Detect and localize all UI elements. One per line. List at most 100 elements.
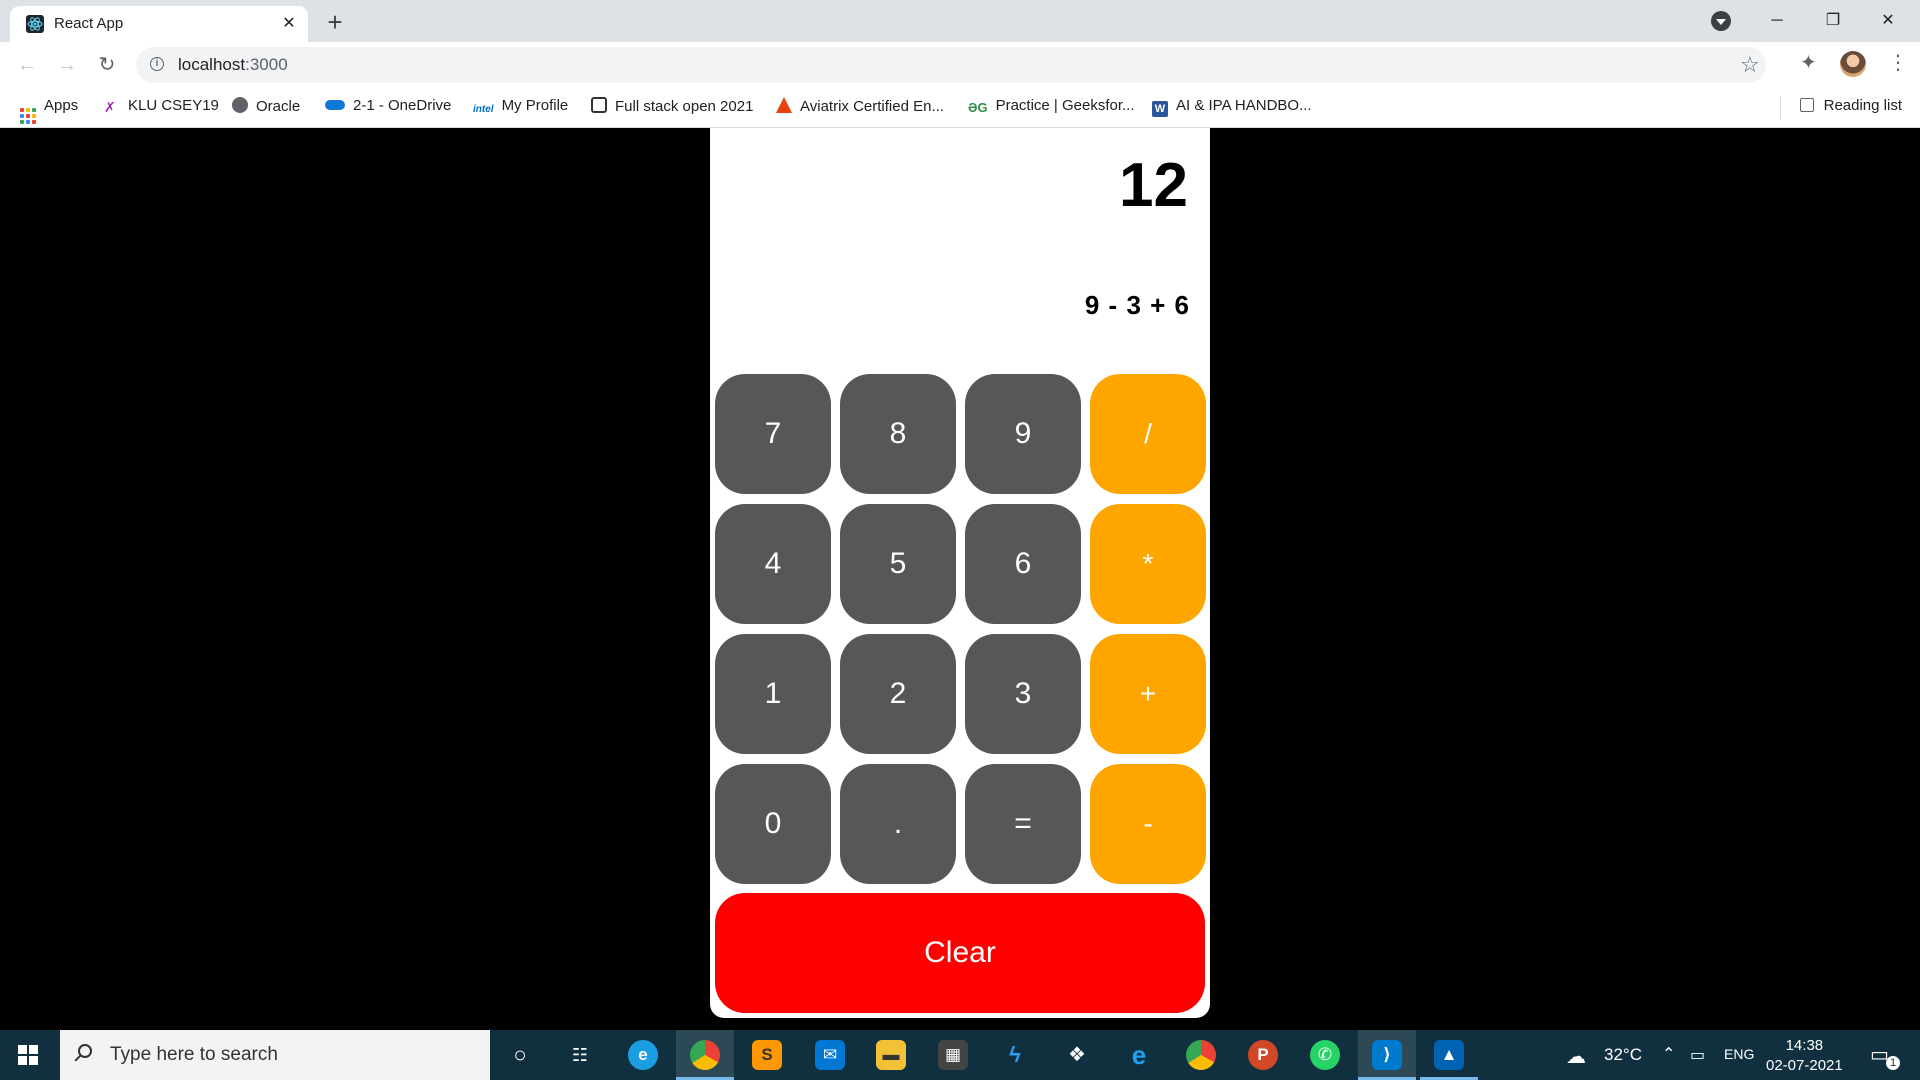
microsoft-store-icon[interactable]: ▦ (938, 1040, 968, 1070)
bookmark-star-icon[interactable]: ☆ (1740, 52, 1760, 78)
internet-explorer-icon[interactable]: e (1124, 1040, 1154, 1070)
search-icon (78, 1044, 92, 1058)
key-3[interactable]: 3 (965, 634, 1081, 754)
visual-studio-installer-icon[interactable]: ϟ (1000, 1040, 1030, 1070)
expression-display: 9 - 3 + 6 (1084, 290, 1190, 320)
whatsapp-icon[interactable]: ✆ (1310, 1040, 1340, 1070)
bookmark-geeksforgeeks[interactable]: ƏG Practice | Geeksfor... (968, 97, 1135, 119)
browser-toolbar: ← → ↻ i localhost:3000 ☆ (0, 42, 1920, 88)
forward-arrow-icon[interactable]: → (52, 50, 82, 80)
key-8[interactable]: 8 (840, 374, 956, 494)
weather-temperature[interactable]: 32°C (1604, 1045, 1642, 1065)
key-plus[interactable]: + (1090, 634, 1206, 754)
photos-icon[interactable]: ▲ (1434, 1040, 1464, 1070)
taskbar-search-box[interactable]: Type here to search (60, 1030, 490, 1080)
sublime-text-icon[interactable]: S (752, 1040, 782, 1070)
bookmark-ai-ipa-handbook[interactable]: W AI & IPA HANDBO... (1152, 97, 1312, 119)
page-viewport: 12 9 - 3 + 6 7 8 9 / 4 5 6 * 1 2 3 + 0 .… (0, 128, 1920, 1030)
key-6[interactable]: 6 (965, 504, 1081, 624)
key-7[interactable]: 7 (715, 374, 831, 494)
bookmark-label: Practice | Geeksfor... (995, 97, 1135, 114)
chrome-icon[interactable] (690, 1040, 720, 1070)
bookmark-apps[interactable]: Apps (20, 97, 78, 124)
bookmark-my-profile[interactable]: intel My Profile (473, 97, 568, 119)
address-bar[interactable]: i localhost:3000 ☆ (136, 47, 1766, 83)
chrome-profile-icon[interactable] (1186, 1040, 1216, 1070)
bookmark-aviatrix[interactable]: Aviatrix Certified En... (776, 97, 944, 119)
vscode-icon[interactable]: ⟩ (1372, 1040, 1402, 1070)
aviatrix-logo-icon (776, 97, 792, 113)
language-indicator[interactable]: ENG (1724, 1046, 1754, 1062)
bookmark-label: 2-1 - OneDrive (353, 97, 452, 114)
bookmark-full-stack-open[interactable]: Full stack open 2021 (591, 97, 753, 119)
tab-title: React App (54, 15, 124, 32)
battery-icon[interactable]: ▭ (1690, 1045, 1705, 1065)
key-multiply[interactable]: * (1090, 504, 1206, 624)
url-port: :3000 (245, 55, 288, 74)
bookmark-oracle[interactable]: Oracle (232, 97, 300, 119)
task-view-icon[interactable]: ☷ (565, 1040, 595, 1070)
bookmark-label: Oracle (256, 98, 301, 115)
powerpoint-icon[interactable]: P (1248, 1040, 1278, 1070)
reload-icon[interactable]: ↻ (92, 50, 122, 80)
windows-taskbar: Type here to search ○ ☷ e S ✉ ▬ ▦ ϟ ❖ e … (0, 1030, 1920, 1080)
extensions-puzzle-icon[interactable]: ✦ (1800, 50, 1817, 75)
globe-icon (232, 97, 248, 113)
key-2[interactable]: 2 (840, 634, 956, 754)
key-4[interactable]: 4 (715, 504, 831, 624)
close-window-button[interactable]: ✕ (1866, 6, 1910, 36)
word-doc-icon: W (1152, 101, 1168, 117)
klu-logo-icon: ✗ (104, 99, 116, 115)
new-tab-button[interactable]: + (322, 9, 348, 36)
edge-icon[interactable]: e (628, 1040, 658, 1070)
gfg-logo-icon: ƏG (968, 100, 988, 115)
key-equals[interactable]: = (965, 764, 1081, 884)
reading-list-label: Reading list (1823, 97, 1902, 114)
mail-icon[interactable]: ✉ (815, 1040, 845, 1070)
intel-logo-icon: intel (473, 104, 494, 115)
key-minus[interactable]: - (1090, 764, 1206, 884)
apps-grid-icon (20, 108, 36, 124)
info-icon[interactable]: i (150, 57, 164, 71)
reading-list-button[interactable]: Reading list (1799, 97, 1902, 114)
url-host: localhost (178, 55, 246, 74)
tray-chevron-up-icon[interactable]: ⌃ (1662, 1044, 1675, 1064)
bookmark-klu-csey19[interactable]: ✗ KLU CSEY19 (104, 97, 219, 119)
minimize-button[interactable]: ─ (1755, 6, 1799, 36)
square-page-icon (591, 97, 607, 113)
key-decimal[interactable]: . (840, 764, 956, 884)
bookmark-label: KLU CSEY19 (128, 97, 219, 114)
weather-cloud-icon[interactable]: ☁ (1566, 1044, 1586, 1069)
kebab-menu-icon[interactable]: ⋮ (1888, 53, 1908, 73)
key-0[interactable]: 0 (715, 764, 831, 884)
calculator: 12 9 - 3 + 6 7 8 9 / 4 5 6 * 1 2 3 + 0 .… (710, 128, 1210, 1018)
search-placeholder: Type here to search (110, 1044, 278, 1065)
onedrive-cloud-icon (325, 100, 345, 110)
tab-react-app[interactable]: React App ✕ (10, 6, 308, 42)
tab-strip: React App ✕ + ─ ❐ ✕ (0, 0, 1920, 42)
key-divide[interactable]: / (1090, 374, 1206, 494)
bookmark-label: Full stack open 2021 (615, 98, 754, 115)
file-explorer-icon[interactable]: ▬ (876, 1040, 906, 1070)
reading-list-icon (1799, 98, 1814, 112)
clear-button[interactable]: Clear (715, 893, 1205, 1013)
tab-close-icon[interactable]: ✕ (278, 13, 300, 35)
key-5[interactable]: 5 (840, 504, 956, 624)
taskbar-clock[interactable]: 14:38 02-07-2021 (1766, 1036, 1843, 1076)
back-arrow-icon[interactable]: ← (12, 50, 42, 80)
restore-button[interactable]: ❐ (1811, 6, 1855, 36)
avatar[interactable] (1840, 51, 1866, 77)
key-9[interactable]: 9 (965, 374, 1081, 494)
react-icon (26, 15, 44, 33)
bookmarks-bar: Apps ✗ KLU CSEY19 Oracle 2-1 - OneDrive i… (0, 88, 1920, 128)
clock-time: 14:38 (1785, 1037, 1824, 1054)
dropbox-icon[interactable]: ❖ (1062, 1040, 1092, 1070)
key-1[interactable]: 1 (715, 634, 831, 754)
cortana-icon[interactable]: ○ (505, 1040, 535, 1070)
bookmark-onedrive[interactable]: 2-1 - OneDrive (325, 97, 451, 119)
notification-count: 1 (1886, 1056, 1900, 1070)
tab-search-icon[interactable] (1711, 11, 1731, 31)
bookmark-label: Aviatrix Certified En... (800, 98, 944, 115)
url-text[interactable]: localhost:3000 (178, 55, 288, 75)
bookmark-divider (1780, 96, 1781, 120)
